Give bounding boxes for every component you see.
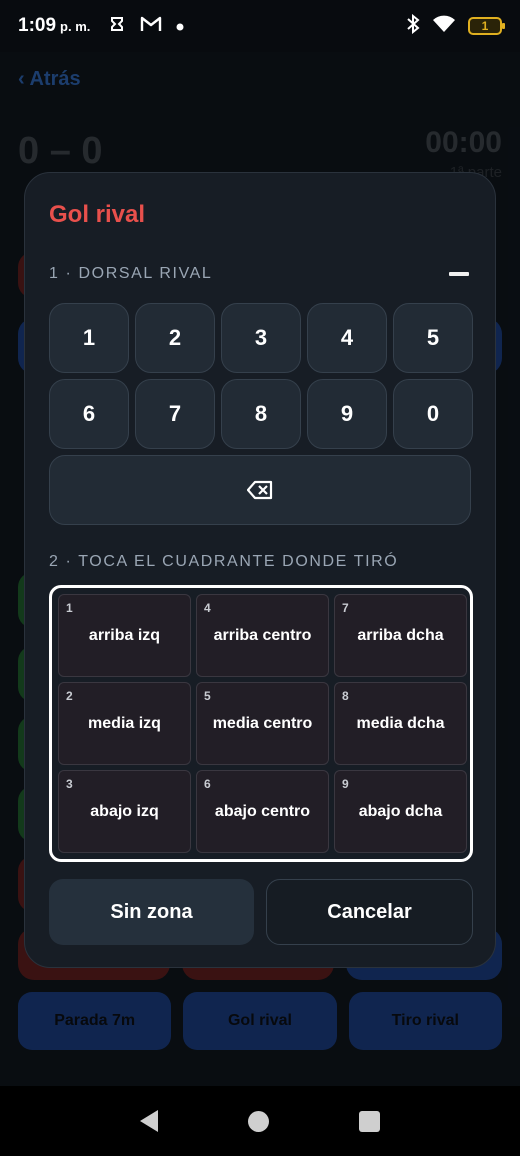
zone-number: 6 — [204, 777, 211, 791]
zone-top-right[interactable]: 7 arriba dcha — [334, 594, 467, 677]
numpad-key-4[interactable]: 4 — [307, 303, 387, 373]
status-bar: 1:09 p. m. 1 — [0, 0, 520, 52]
numpad-key-2[interactable]: 2 — [135, 303, 215, 373]
app-notification-icon — [108, 15, 126, 38]
zone-label: arriba centro — [213, 626, 312, 644]
zone-number: 2 — [66, 689, 73, 703]
dialog-title: Gol rival — [49, 201, 146, 228]
numpad-key-3[interactable]: 3 — [221, 303, 301, 373]
zone-number: 4 — [204, 601, 211, 615]
numpad-key-8[interactable]: 8 — [221, 379, 301, 449]
numpad-key-5[interactable]: 5 — [393, 303, 473, 373]
zone-number: 1 — [66, 601, 73, 615]
zone-middle-center[interactable]: 5 media centro — [196, 682, 329, 765]
status-time: 1:09 — [18, 15, 57, 36]
zone-number: 3 — [66, 777, 73, 791]
jersey-numpad: 1 2 3 4 5 6 7 8 9 0 — [49, 303, 473, 449]
zone-label: abajo centro — [214, 802, 311, 820]
home-icon[interactable] — [248, 1110, 269, 1132]
zone-middle-right[interactable]: 8 media dcha — [334, 682, 467, 765]
collapse-icon[interactable] — [449, 272, 469, 276]
backspace-icon — [247, 480, 273, 500]
rival-goal-dialog: Gol rival 1 · DORSAL RIVAL 1 2 3 4 5 6 7… — [24, 172, 496, 968]
zone-bottom-center[interactable]: 6 abajo centro — [196, 770, 329, 853]
zone-number: 5 — [204, 689, 211, 703]
system-nav-bar — [0, 1086, 520, 1156]
notification-dot-icon — [176, 16, 184, 36]
goal-zone-grid: 1 arriba izq 4 arriba centro 7 arriba dc… — [49, 585, 473, 862]
zone-number: 8 — [342, 689, 349, 703]
no-zone-button[interactable]: Sin zona — [49, 879, 254, 945]
battery-icon: 1 — [468, 17, 505, 35]
zone-bottom-right[interactable]: 9 abajo dcha — [334, 770, 467, 853]
status-ampm: p. m. — [60, 18, 91, 34]
step1-header: 1 · DORSAL RIVAL — [49, 265, 471, 283]
step2-header: 2 · TOCA EL CUADRANTE DONDE TIRÓ — [49, 553, 471, 571]
numpad-key-0[interactable]: 0 — [393, 379, 473, 449]
dialog-actions: Sin zona Cancelar — [49, 879, 473, 945]
zone-label: arriba izq — [88, 626, 161, 644]
back-icon[interactable] — [140, 1110, 158, 1132]
backspace-button[interactable] — [49, 455, 471, 525]
zone-label: media centro — [212, 714, 313, 732]
numpad-key-9[interactable]: 9 — [307, 379, 387, 449]
zone-top-left[interactable]: 1 arriba izq — [58, 594, 191, 677]
zone-top-center[interactable]: 4 arriba centro — [196, 594, 329, 677]
numpad-key-6[interactable]: 6 — [49, 379, 129, 449]
cancel-button[interactable]: Cancelar — [266, 879, 473, 945]
step1-label: 1 · DORSAL RIVAL — [49, 265, 213, 282]
zone-middle-left[interactable]: 2 media izq — [58, 682, 191, 765]
zone-number: 9 — [342, 777, 349, 791]
zone-label: media izq — [88, 714, 161, 732]
zone-label: abajo izq — [90, 802, 159, 820]
numpad-key-7[interactable]: 7 — [135, 379, 215, 449]
bluetooth-icon — [406, 13, 420, 39]
zone-number: 7 — [342, 601, 349, 615]
zone-label: arriba dcha — [357, 626, 444, 644]
zone-bottom-left[interactable]: 3 abajo izq — [58, 770, 191, 853]
zone-label: media dcha — [356, 714, 445, 732]
recents-icon[interactable] — [359, 1110, 380, 1132]
zone-label: abajo dcha — [358, 802, 443, 820]
numpad-key-1[interactable]: 1 — [49, 303, 129, 373]
gmail-icon — [140, 15, 162, 38]
step2-label: 2 · TOCA EL CUADRANTE DONDE TIRÓ — [49, 553, 399, 570]
wifi-icon — [432, 15, 456, 38]
